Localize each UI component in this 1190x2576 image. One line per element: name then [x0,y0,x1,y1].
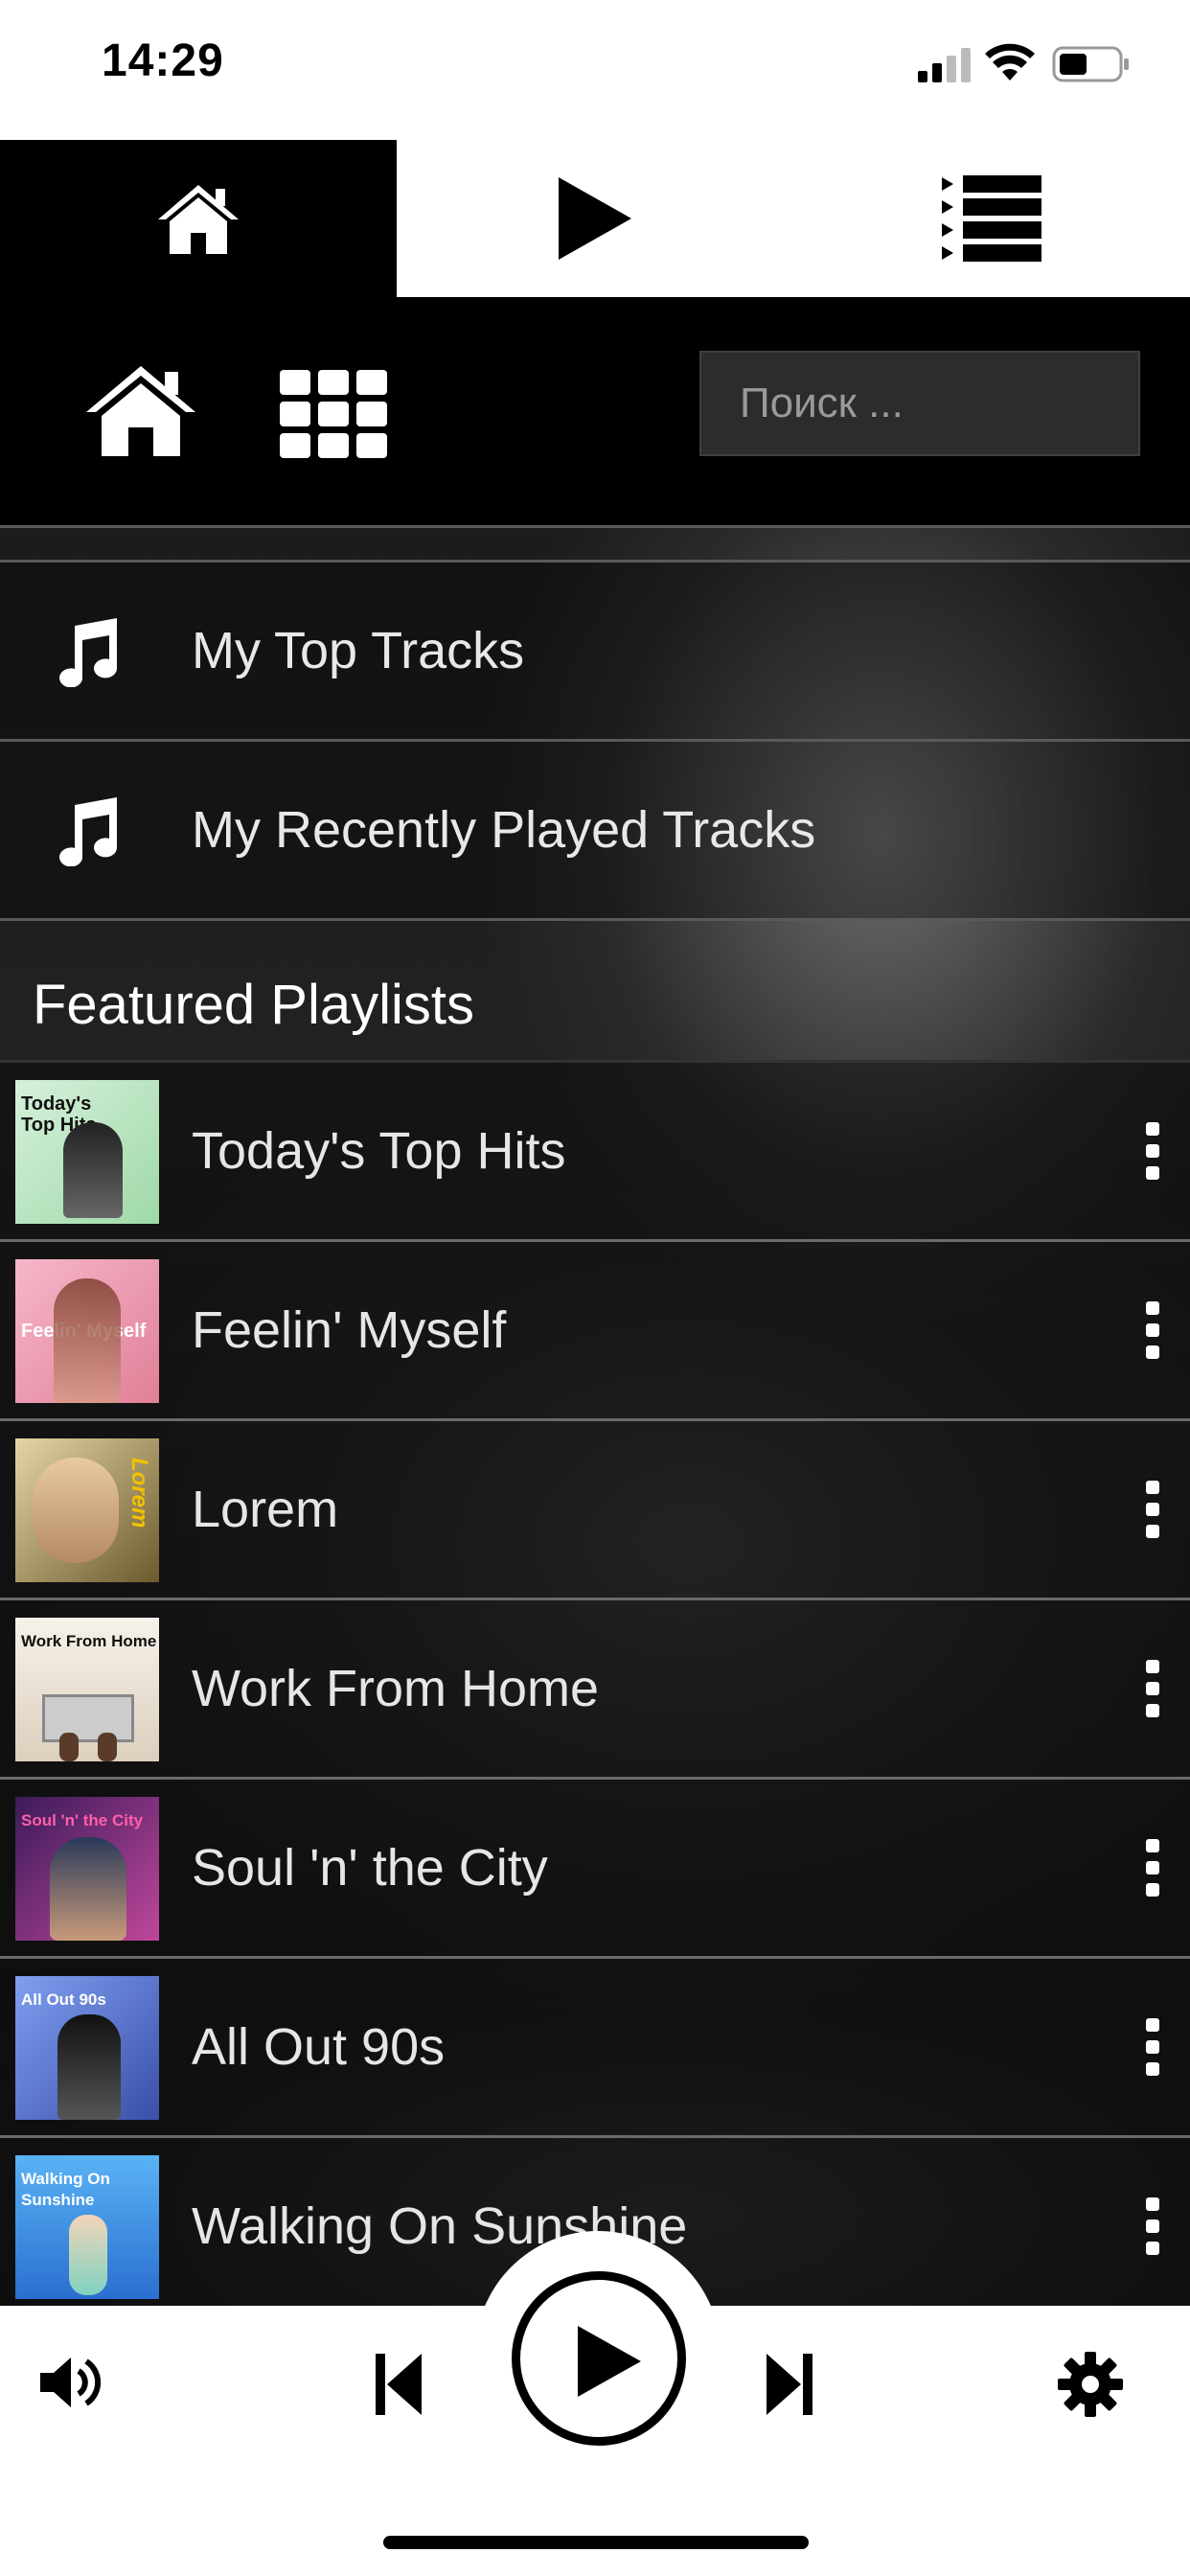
queue-list-icon [942,175,1041,262]
main-content: My Top Tracks My Recently Played Tracks … [0,297,1190,2306]
playlist-title: Feelin' Myself [192,1301,507,1359]
playlist-title: Lorem [192,1481,339,1538]
tab-home[interactable] [0,140,397,297]
home-icon [158,185,239,254]
battery-icon [1052,46,1129,82]
playlist-row[interactable]: Work From Home Work From Home [0,1600,1190,1777]
divider [0,918,1190,921]
more-options-icon[interactable] [1136,1839,1169,1897]
more-options-icon[interactable] [1136,2018,1169,2076]
section-title: Featured Playlists [33,974,474,1036]
cover-text: Walking On Sunshine [21,2170,110,2209]
music-note-icon [59,618,118,687]
playlist-cover: Walking On Sunshine [15,2155,159,2299]
playlist-row[interactable]: Today's Top Hits Today's Top Hits [0,1063,1190,1239]
playlist-title: All Out 90s [192,2018,446,2076]
grid-icon[interactable] [280,370,387,458]
tab-now-playing[interactable] [397,140,793,297]
playlist-cover: Feelin' Myself [15,1259,159,1403]
playlist-cover: Work From Home [15,1618,159,1761]
settings-gear-icon[interactable] [1058,2352,1123,2417]
playlist-row[interactable]: Feelin' Myself Feelin' Myself [0,1242,1190,1418]
playlist-cover: Today's Top Hits [15,1080,159,1224]
play-icon [559,177,631,260]
home-indicator [383,2536,809,2549]
playlist-title: Soul 'n' the City [192,1839,548,1897]
menu-item-label: My Top Tracks [192,622,525,679]
more-options-icon[interactable] [1136,2197,1169,2255]
playlist-row[interactable]: Soul 'n' the City Soul 'n' the City [0,1780,1190,1956]
cover-text: Soul 'n' the City [21,1811,144,1829]
top-tab-bar [0,140,1190,297]
playlist-cover: All Out 90s [15,1976,159,2120]
playlist-title: Work From Home [192,1660,600,1717]
more-options-icon[interactable] [1136,1481,1169,1538]
home-icon[interactable] [82,362,199,458]
play-icon [578,2326,641,2397]
more-options-icon[interactable] [1136,1122,1169,1180]
cover-text: Work From Home [21,1632,157,1650]
music-note-icon [59,797,118,866]
status-time: 14:29 [102,35,224,86]
playlist-row[interactable]: All Out 90s All Out 90s [0,1959,1190,2135]
playlist-row[interactable]: Lorem Lorem [0,1421,1190,1598]
wifi-icon [985,43,1035,80]
playlist-cover: Soul 'n' the City [15,1797,159,1941]
playlist-cover: Lorem [15,1438,159,1582]
menu-item-top-tracks[interactable]: My Top Tracks [0,563,1190,739]
tab-queue[interactable] [793,140,1190,297]
skip-next-icon[interactable] [765,2354,812,2415]
menu-item-label: My Recently Played Tracks [192,801,816,859]
skip-previous-icon[interactable] [376,2354,423,2415]
cover-text: All Out 90s [21,1990,106,2009]
more-options-icon[interactable] [1136,1660,1169,1717]
cellular-signal-icon [918,48,971,82]
divider [0,525,1190,528]
status-bar: 14:29 [0,0,1190,140]
cover-text: Lorem [126,1458,152,1529]
playlist-title: Today's Top Hits [192,1122,566,1180]
search-input[interactable] [699,351,1140,456]
volume-icon[interactable] [40,2354,107,2411]
play-pause-button[interactable] [512,2271,686,2446]
browse-toolbar [0,297,1190,527]
menu-item-recently-played[interactable]: My Recently Played Tracks [0,742,1190,918]
more-options-icon[interactable] [1136,1301,1169,1359]
